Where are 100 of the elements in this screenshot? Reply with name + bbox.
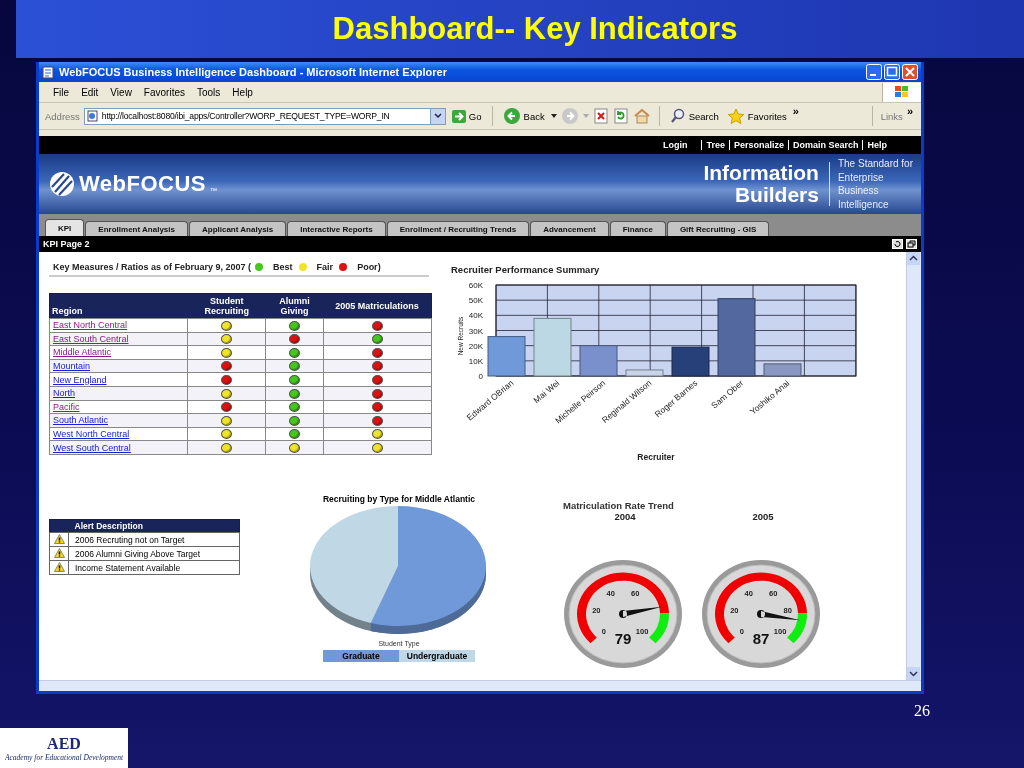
axis-category-label: Mai Wei [531, 377, 562, 406]
warning-icon [53, 561, 65, 572]
tab[interactable]: Enrollment Analysis [85, 221, 188, 236]
striped-globe-icon [49, 171, 75, 197]
chart-bar [487, 336, 526, 377]
column-header: Region [49, 293, 188, 319]
restore-icon[interactable] [906, 239, 917, 249]
scroll-up-icon[interactable] [907, 252, 920, 265]
chart-bar [533, 317, 572, 377]
dropdown-icon[interactable] [433, 113, 442, 119]
gauge-value: 87 [752, 630, 770, 647]
legend-label: Poor) [357, 262, 381, 272]
address-label: Address [45, 110, 80, 122]
scroll-down-icon[interactable] [907, 667, 920, 680]
home-icon[interactable] [632, 108, 651, 124]
column-header: 2005 Matriculations [323, 293, 432, 319]
axis-tick-label: 10K [468, 356, 483, 366]
close-icon[interactable] [902, 64, 918, 80]
region-link[interactable]: North [53, 388, 75, 399]
arrow-icon [451, 109, 466, 123]
slide-title: Dashboard-- Key Indicators [331, 11, 738, 47]
warning-icon [53, 533, 65, 544]
page-number: 26 [914, 702, 930, 721]
tagline: Intelligence [837, 197, 890, 211]
minimize-icon[interactable] [866, 64, 882, 80]
alert-description: 2006 Alumni Giving Above Target [68, 546, 240, 561]
column-header: Student Recruiting [187, 293, 266, 319]
page-title: KPI Page 2 [43, 239, 90, 249]
column-header: Alert Description [68, 519, 240, 533]
legend-item: Graduate [323, 650, 399, 662]
address-field[interactable]: http://localhost:8080/ibi_apps/Controller?WORP_REQUEST_TYPE=WORP_IN [83, 107, 446, 125]
tab[interactable]: Enrollment / Recruiting Trends [386, 221, 530, 236]
legend-label: Fair [316, 262, 334, 272]
section-heading: Key Measures / Ratios as of February 9, 2007 ( [53, 262, 252, 272]
axis-title: Recruiter [637, 452, 675, 462]
horizontal-scrollbar[interactable] [39, 680, 921, 691]
menu-item[interactable]: File [47, 86, 76, 98]
chart-bar [763, 363, 802, 377]
gauge-year: 2005 [752, 511, 774, 522]
axis-tick-label: 40K [468, 311, 483, 321]
window-title: WebFOCUS Business Intelligence Dashboard - Microsoft Internet Explorer [59, 66, 448, 78]
company-logo: Information [703, 162, 819, 184]
go-button[interactable]: Go [449, 109, 484, 123]
windows-flag-icon [882, 82, 921, 102]
tab[interactable]: Interactive Reports [287, 221, 386, 236]
menu-item[interactable]: Help [226, 86, 259, 98]
more-chevron[interactable]: » [792, 105, 799, 117]
tab[interactable]: Finance [609, 221, 666, 236]
nav-link[interactable]: Personalize [728, 140, 788, 150]
search-icon [669, 108, 686, 124]
chart-title: Matriculation Rate Trend [563, 500, 675, 511]
chart-title: Recruiting by Type for Middle Atlantic [322, 494, 476, 504]
back-button[interactable]: Back [500, 107, 547, 125]
refresh-icon[interactable] [892, 239, 903, 249]
chart-bar [625, 369, 664, 377]
search-button[interactable]: Search [667, 108, 721, 124]
company-logo: Builders [734, 184, 819, 206]
axis-tick-label: 60K [468, 281, 483, 290]
tab[interactable]: Applicant Analysis [188, 221, 287, 236]
nav-link[interactable]: Help [862, 140, 891, 150]
maximize-icon[interactable] [884, 64, 900, 80]
nav-link[interactable]: Login [658, 140, 692, 150]
tab[interactable]: Gift Recruiting - GIS [666, 221, 770, 236]
links-label[interactable]: Links [880, 110, 903, 122]
column-header: Alumni Giving [265, 293, 324, 319]
favorites-button[interactable]: Favorites [724, 107, 789, 125]
region-link[interactable]: Pacific [53, 401, 80, 412]
menu-item[interactable]: Favorites [137, 86, 191, 98]
logo-mark: AED [47, 734, 81, 753]
tagline: Enterprise [837, 170, 885, 184]
tagline: The Standard for [837, 157, 913, 171]
legend-item: Undergraduate [399, 650, 475, 662]
chart-bar [671, 346, 710, 377]
legend-label: Best [273, 262, 293, 272]
axis-tick-label: 30K [468, 326, 483, 336]
gauge-value: 79 [614, 630, 632, 647]
alert-description: 2006 Recruting not on Target [68, 532, 240, 547]
tab[interactable]: Advancement [530, 221, 609, 236]
more-chevron[interactable]: » [906, 105, 913, 117]
page-icon [42, 65, 55, 79]
menu-item[interactable]: Edit [75, 86, 105, 98]
axis-tick-label: 0 [478, 372, 483, 381]
tagline: Business [837, 184, 880, 198]
page-icon [86, 110, 99, 122]
caret-icon[interactable] [550, 114, 557, 118]
axis-tick-label: 50K [468, 296, 483, 306]
chart-title: Recruiter Performance Summary [451, 264, 601, 275]
alert-description: Income Statement Available [68, 560, 240, 575]
chart-bar [579, 345, 618, 377]
menu-item[interactable]: View [104, 86, 138, 98]
product-logo: WebFOCUS [79, 171, 207, 197]
warning-icon [53, 547, 65, 558]
vertical-scrollbar[interactable] [906, 252, 921, 680]
nav-link[interactable]: Domain Search [787, 140, 863, 150]
menu-item[interactable]: Tools [191, 86, 227, 98]
gauge-year: 2004 [614, 511, 636, 522]
star-icon [726, 107, 745, 125]
nav-link[interactable]: Tree [701, 140, 729, 150]
stop-icon[interactable] [592, 108, 609, 124]
tab[interactable]: KPI [45, 219, 85, 236]
